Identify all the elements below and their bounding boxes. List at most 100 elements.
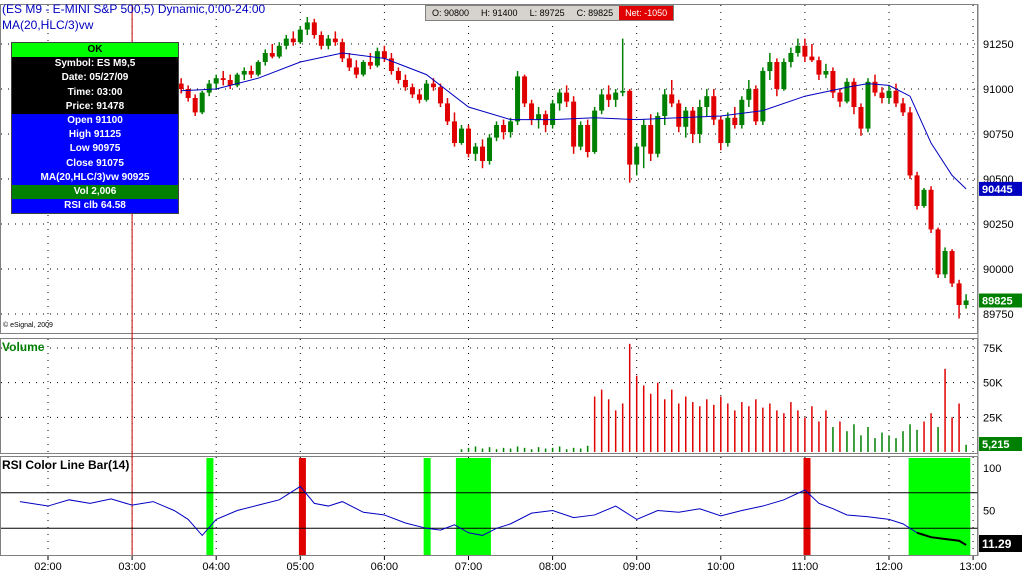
candle-body [458,128,464,143]
rsi-highlight-bar [298,458,306,555]
time-tick-label: 10:00 [707,561,735,573]
info-ok-button[interactable]: OK [12,43,178,58]
volume-last-label: 5,215 [982,439,1010,451]
time-tick-label: 13:00 [959,561,987,573]
candle-body [816,60,822,75]
candle-body [501,125,507,133]
candle-body [956,283,962,305]
candle-body [451,121,457,143]
info-date: Date: 05/27/09 [12,71,178,86]
cursor-info-box[interactable]: OK Symbol: ES M9,5 Date: 05/27/09 Time: … [11,42,179,215]
candle-body [353,67,359,75]
candle-body [928,189,934,230]
candle-body [395,71,401,80]
quote-open: O: 90800 [432,8,470,18]
price-tick-label: 91000 [983,84,1014,96]
candle-body [578,125,584,147]
candle-body [662,94,668,116]
candle-body [571,101,577,147]
candle-body [627,90,633,165]
candle-body [914,175,920,206]
price-tick-label: 91250 [983,39,1014,51]
volume-tick-label: 75K [983,343,1003,355]
candle-body [423,83,429,100]
candle-body [837,92,843,102]
volume-panel-frame [0,338,978,454]
rsi-highlight-bar [803,458,811,555]
candle-body [963,300,969,305]
candle-body [290,38,296,43]
candle-body [564,92,570,102]
candle-body [374,51,380,66]
candle-body [725,117,731,143]
candle-body [494,125,500,138]
candle-body [592,110,598,152]
candle-body [620,90,626,93]
candle-body [858,107,864,129]
candle-body [318,35,324,46]
candle-body [367,62,373,66]
candle-body [739,99,745,125]
info-price: Price: 91478 [12,99,178,114]
candle-body [444,103,450,122]
candle-body [865,81,871,129]
ma-value-label: 90445 [982,184,1013,196]
rsi-panel-label: RSI Color Line Bar(14) [2,458,130,472]
candle-body [473,146,479,154]
candle-body [360,62,366,75]
candle-body [781,62,787,89]
time-tick-label: 05:00 [287,561,315,573]
rsi-tick-label: 50 [983,506,995,518]
candle-body [655,116,661,154]
volume-panel-label: Volume [2,340,45,354]
chart-title: (ES M9 - E-MINI S&P 500,5) Dynamic,0:00-… [2,2,266,16]
candle-body [283,38,289,46]
ma-study-label: MA(20,HLC/3)vw [2,18,94,32]
time-tick-label: 11:00 [792,561,819,573]
candle-body [718,119,724,143]
info-volume: Vol 2,006 [12,184,178,200]
candle-body [276,45,282,57]
time-tick-label: 06:00 [371,561,399,573]
candle-body [676,103,682,127]
candle-body [536,114,542,120]
candle-body [508,121,514,133]
candle-body [220,78,226,80]
candle-body [515,76,521,122]
candle-body [311,22,317,35]
candle-body [381,51,387,59]
candle-body [402,80,408,88]
info-close: Close 91075 [12,156,178,171]
candle-body [213,78,219,84]
candle-body [788,53,794,62]
candle-body [613,92,619,100]
last-price-label: 89825 [982,296,1013,308]
candle-body [760,71,766,122]
candle-body [269,53,275,57]
candle-body [192,98,198,113]
candle-body [942,251,948,275]
candle-body [206,83,212,93]
volume-tick-label: 25K [983,412,1003,424]
candle-body [921,189,927,206]
quote-net: Net: -1050 [619,6,674,20]
candle-body [437,87,443,104]
candle-body [641,125,647,147]
candle-body [304,22,310,30]
time-tick-label: 12:00 [875,561,903,573]
candle-body [683,110,689,127]
candle-body [487,137,493,161]
candle-body [809,56,815,61]
candle-body [297,29,303,43]
candle-body [690,110,696,134]
time-tick-label: 03:00 [118,561,146,573]
candle-body [346,58,352,68]
candle-body [802,45,808,57]
candle-body [325,38,331,46]
candle-body [886,90,892,98]
candle-body [430,83,436,88]
rsi-tick-label: 100 [983,463,1001,475]
candle-body [585,125,591,152]
info-open: Open 91100 [12,113,178,129]
price-tick-label: 90000 [983,264,1014,276]
